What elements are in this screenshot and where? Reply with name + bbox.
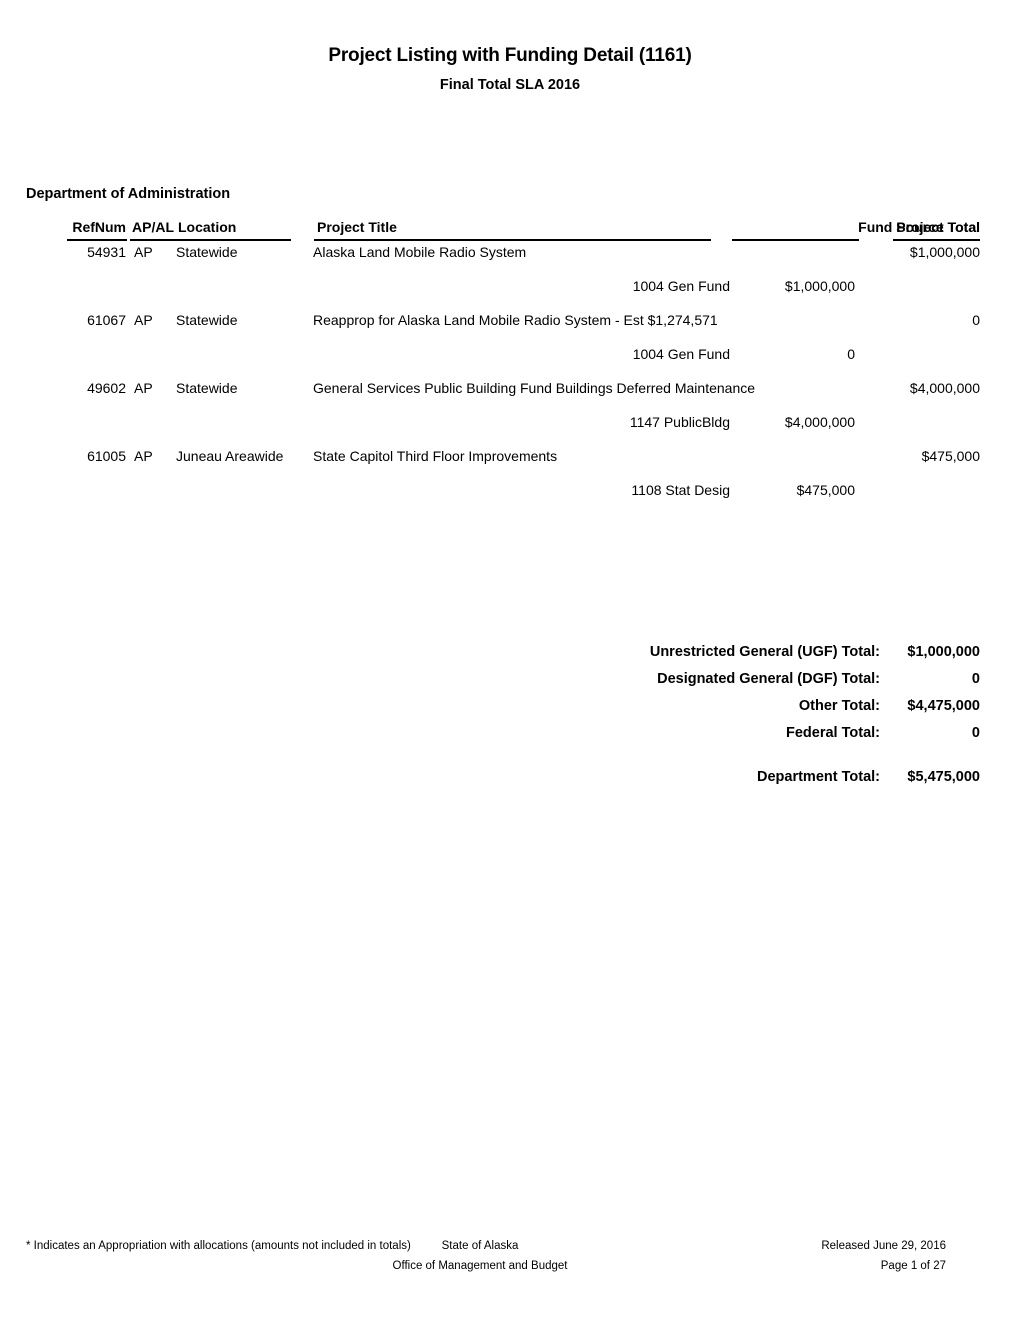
column-rule-project-total	[893, 239, 980, 241]
fund-source-row: 1004 Gen Fund $1,000,000	[26, 277, 994, 311]
column-rule-location	[177, 239, 291, 241]
page-title: Project Listing with Funding Detail (116…	[328, 45, 692, 66]
table-row: 61005 AP Juneau Areawide State Capitol T…	[26, 447, 994, 481]
cell-refnum: 54931	[87, 244, 126, 260]
cell-project-title: General Services Public Building Fund Bu…	[313, 380, 756, 396]
total-line-dgf: Designated General (DGF) Total: 0	[26, 670, 994, 697]
total-line-ugf: Unrestricted General (UGF) Total: $1,000…	[26, 643, 994, 670]
column-header-location: Location	[178, 219, 237, 235]
document-page: Project Listing with Funding Detail (116…	[0, 0, 1020, 1320]
cell-location: Statewide	[176, 312, 238, 328]
fund-source-row: 1147 PublicBldg $4,000,000	[26, 413, 994, 447]
total-value-department: $5,475,000	[907, 769, 980, 785]
cell-fund-code: 1004 Gen Fund	[632, 346, 730, 362]
total-line-federal: Federal Total: 0	[26, 724, 994, 751]
total-label-federal: Federal Total:	[786, 725, 880, 741]
total-label-dgf: Designated General (DGF) Total:	[657, 671, 880, 687]
title-block: Project Listing with Funding Detail (116…	[0, 44, 1020, 95]
cell-project-total: $4,000,000	[909, 380, 980, 396]
total-value-dgf: 0	[971, 671, 980, 687]
total-line-other: Other Total: $4,475,000	[26, 697, 994, 724]
total-line-department: Department Total: $5,475,000	[26, 768, 994, 795]
cell-fund-code: 1004 Gen Fund	[632, 278, 730, 294]
project-table: RefNum AP/AL Location Project Title Fund…	[26, 219, 994, 515]
cell-location: Juneau Areawide	[176, 448, 284, 464]
cell-fund-amount: $4,000,000	[784, 414, 855, 430]
column-header-project-total: Project Total	[896, 219, 980, 235]
cell-project-title: Reapprop for Alaska Land Mobile Radio Sy…	[313, 312, 718, 328]
department-heading: Department of Administration	[26, 186, 231, 202]
cell-project-total: 0	[972, 312, 980, 328]
cell-fund-amount: 0	[847, 346, 855, 362]
table-row: 54931 AP Statewide Alaska Land Mobile Ra…	[26, 243, 994, 277]
cell-apal: AP	[134, 448, 153, 464]
cell-apal: AP	[134, 380, 153, 396]
totals-section: Unrestricted General (UGF) Total: $1,000…	[26, 643, 994, 795]
cell-refnum: 49602	[87, 380, 126, 396]
footer-page-number: Page 1 of 27	[880, 1260, 946, 1272]
footer-release-date: Released June 29, 2016	[821, 1240, 946, 1252]
page-subtitle: Final Total SLA 2016	[439, 77, 581, 93]
column-header-refnum: RefNum	[72, 219, 126, 235]
table-row: 61067 AP Statewide Reapprop for Alaska L…	[26, 311, 994, 345]
cell-fund-amount: $1,000,000	[784, 278, 855, 294]
table-header-row: RefNum AP/AL Location Project Title Fund…	[26, 219, 994, 243]
cell-project-title: State Capitol Third Floor Improvements	[313, 448, 558, 464]
column-rule-fund-source-total	[732, 239, 859, 241]
column-rule-refnum	[67, 239, 127, 241]
cell-project-title: Alaska Land Mobile Radio System	[313, 244, 527, 260]
cell-refnum: 61067	[87, 312, 126, 328]
cell-location: Statewide	[176, 244, 238, 260]
total-value-other: $4,475,000	[907, 698, 980, 714]
total-label-ugf: Unrestricted General (UGF) Total:	[649, 644, 880, 660]
cell-location: Statewide	[176, 380, 238, 396]
cell-project-total: $1,000,000	[909, 244, 980, 260]
footer-agency-office: Office of Management and Budget	[392, 1260, 568, 1272]
total-label-department: Department Total:	[757, 769, 880, 785]
column-rule-project-title	[314, 239, 711, 241]
cell-refnum: 61005	[87, 448, 126, 464]
page-footer: * Indicates an Appropriation with alloca…	[0, 1238, 1020, 1288]
cell-fund-amount: $475,000	[796, 482, 855, 498]
total-value-ugf: $1,000,000	[907, 644, 980, 660]
column-rule-apal	[130, 239, 178, 241]
cell-apal: AP	[134, 312, 153, 328]
total-value-federal: 0	[971, 725, 980, 741]
cell-project-total: $475,000	[921, 448, 980, 464]
cell-fund-code: 1108 Stat Desig	[631, 482, 730, 498]
footer-agency-name: State of Alaska	[441, 1240, 519, 1252]
cell-apal: AP	[134, 244, 153, 260]
fund-source-row: 1004 Gen Fund 0	[26, 345, 994, 379]
fund-source-row: 1108 Stat Desig $475,000	[26, 481, 994, 515]
total-label-other: Other Total:	[798, 698, 880, 714]
column-header-apal: AP/AL	[132, 219, 174, 235]
cell-fund-code: 1147 PublicBldg	[629, 414, 730, 430]
table-row: 49602 AP Statewide General Services Publ…	[26, 379, 994, 413]
